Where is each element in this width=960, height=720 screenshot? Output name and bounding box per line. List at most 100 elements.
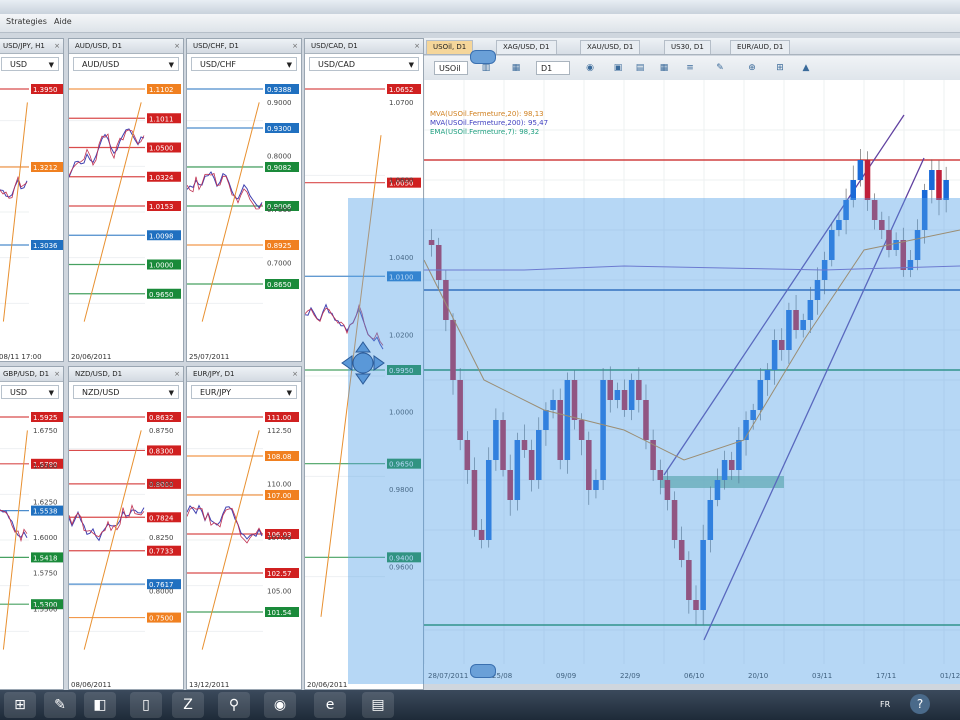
- candle: [428, 240, 435, 245]
- chart-panel-eurjpy[interactable]: EUR/JPY, D1 × EUR/JPY ▼ 111.00 108.08 107.00…: [186, 366, 302, 690]
- app-icon-notepad[interactable]: ▯: [130, 692, 162, 718]
- indicator-icon[interactable]: ≡: [684, 62, 696, 74]
- main-chart[interactable]: 28/07/2011 25/08 09/09 22/09 06/10 20/10 03/11…: [424, 80, 960, 684]
- chevron-down-icon: ▼: [48, 389, 54, 397]
- app-icon-z[interactable]: Z: [172, 692, 204, 718]
- timeframe-select[interactable]: D1: [536, 61, 570, 75]
- price-label: 101.54: [267, 609, 292, 617]
- candle: [893, 240, 899, 250]
- price-label: 0.8650: [267, 281, 292, 289]
- app-icon-chart[interactable]: ◧: [84, 692, 116, 718]
- panel-tab[interactable]: USD/JPY, H1 ×: [0, 39, 63, 54]
- chart-panel-gbpusd[interactable]: GBP/USD, D1 × USD ▼ 1.5925 1.5780 1.5538 1.54…: [0, 366, 64, 690]
- mini-chart[interactable]: 0.8632 0.8300 0.8000 0.7824 0.7733 0.7617 0.75…: [69, 403, 183, 677]
- symbol-select[interactable]: USD ▼: [1, 57, 59, 71]
- legend-mva200: MVA(USOil.Fermeture,200): 95,47: [430, 119, 549, 127]
- help-icon[interactable]: ?: [910, 694, 930, 714]
- pan-navigation-icon[interactable]: [340, 340, 386, 386]
- template-icon[interactable]: ⊞: [774, 62, 786, 74]
- main-chart-canvas[interactable]: 28/07/2011 25/08 09/09 22/09 06/10 20/10 03/11…: [424, 80, 960, 684]
- symbol-select[interactable]: NZD/USD ▼: [73, 385, 179, 399]
- chart-toolbar: USOil ▥ ▦ D1 ◉ ▣ ▤ ▦ ≡ ✎ ⊕ ⊞ ▲: [424, 56, 960, 81]
- mini-chart[interactable]: 1.5925 1.5780 1.5538 1.5418 1.5300 1.6750 1.65…: [0, 403, 63, 677]
- chart-panel-usdjpy[interactable]: USD/JPY, H1 × USD ▼ 1.3950 1.3212 1.3036 08/…: [0, 38, 64, 362]
- symbol-select[interactable]: USD/CAD ▼: [309, 57, 419, 71]
- symbol-select[interactable]: USD/CHF ▼: [191, 57, 297, 71]
- tab-euraud[interactable]: EUR/AUD, D1: [730, 40, 791, 54]
- symbol-select[interactable]: EUR/JPY ▼: [191, 385, 297, 399]
- symbol-select[interactable]: AUD/USD ▼: [73, 57, 179, 71]
- close-icon[interactable]: ×: [414, 39, 420, 53]
- tab-usoil[interactable]: USOil, D1: [426, 40, 474, 54]
- mini-chart[interactable]: 1.3950 1.3212 1.3036: [0, 75, 63, 349]
- arrow-up-icon[interactable]: ▲: [800, 62, 812, 74]
- candle: [700, 540, 706, 610]
- grid-icon[interactable]: ▦: [658, 62, 670, 74]
- price-label: 102.57: [267, 570, 292, 578]
- save-icon[interactable]: ▣: [612, 62, 624, 74]
- candle: [600, 380, 606, 480]
- panel-tab[interactable]: USD/CHF, D1 ×: [187, 39, 301, 54]
- menu-item-aide[interactable]: Aide: [54, 17, 72, 26]
- symbol-value: USD/CHF: [200, 60, 236, 69]
- axis-tick-label: 0.7000: [267, 260, 292, 268]
- panel-tab[interactable]: NZD/USD, D1 ×: [69, 367, 183, 382]
- panel-tab[interactable]: GBP/USD, D1 ×: [0, 367, 63, 382]
- candle: [543, 410, 549, 430]
- app-icon-trading[interactable]: ▤: [362, 692, 394, 718]
- price-label: 0.8632: [149, 414, 174, 422]
- internet-explorer-icon[interactable]: e: [314, 692, 346, 718]
- language-indicator[interactable]: FR: [880, 700, 890, 709]
- candle: [528, 450, 535, 480]
- symbol-select[interactable]: USD ▼: [1, 385, 59, 399]
- panel-tab[interactable]: EUR/JPY, D1 ×: [187, 367, 301, 382]
- app-icon-search[interactable]: ⚲: [218, 692, 250, 718]
- price-label: 1.3212: [33, 164, 58, 172]
- candle: [836, 220, 842, 230]
- close-icon[interactable]: ×: [174, 39, 180, 53]
- x-tick-label: 09/09: [556, 672, 576, 680]
- price-label: 0.7500: [149, 615, 174, 623]
- top-scroll-handle[interactable]: [470, 50, 496, 64]
- app-icon-tools[interactable]: ✎: [44, 692, 76, 718]
- globe-icon[interactable]: ◉: [584, 62, 596, 74]
- price-label: 1.0153: [149, 203, 174, 211]
- start-icon[interactable]: ⊞: [4, 692, 36, 718]
- tab-xagusd[interactable]: XAG/USD, D1: [496, 40, 557, 54]
- panel-tab[interactable]: AUD/USD, D1 ×: [69, 39, 183, 54]
- mini-chart[interactable]: 111.00 108.08 107.00 106.03 102.57 101.54 112.…: [187, 403, 301, 677]
- chevron-down-icon: ▼: [168, 61, 174, 69]
- panel-tab-label: USD/CAD, D1: [311, 42, 358, 50]
- chart-panel-nzdusd[interactable]: NZD/USD, D1 × NZD/USD ▼ 0.8632 0.8300 0.8000…: [68, 366, 184, 690]
- close-icon[interactable]: ×: [174, 367, 180, 381]
- image-icon[interactable]: ▤: [634, 62, 646, 74]
- symbol-select[interactable]: USOil: [434, 61, 468, 75]
- close-icon[interactable]: ×: [292, 39, 298, 53]
- candle: [829, 230, 835, 260]
- close-icon[interactable]: ×: [54, 367, 60, 381]
- candle: [786, 310, 792, 350]
- symbol-value: USD: [10, 388, 28, 397]
- panel-tab[interactable]: USD/CAD, D1 ×: [305, 39, 423, 54]
- candle: [778, 340, 785, 350]
- price-label: 0.9650: [389, 461, 414, 469]
- bottom-scroll-handle[interactable]: [470, 664, 496, 678]
- chart-panel-usdchf[interactable]: USD/CHF, D1 × USD/CHF ▼ 0.9388 0.9300 0.9082…: [186, 38, 302, 362]
- chart-panel-audusd[interactable]: AUD/USD, D1 × AUD/USD ▼ 1.1102 1.1011 1.0500…: [68, 38, 184, 362]
- price-series: [0, 178, 28, 198]
- tab-us30[interactable]: US30, D1: [664, 40, 711, 54]
- close-icon[interactable]: ×: [54, 39, 60, 53]
- axis-tick-label: 0.8250: [149, 534, 174, 542]
- close-icon[interactable]: ×: [292, 367, 298, 381]
- app-icon-media[interactable]: ◉: [264, 692, 296, 718]
- axis-tick-label: 0.8000: [267, 153, 292, 161]
- mini-chart[interactable]: 0.9388 0.9300 0.9082 0.9006 0.8925 0.8650 0.90…: [187, 75, 301, 349]
- pencil-icon[interactable]: ✎: [714, 62, 726, 74]
- mini-chart[interactable]: 1.1102 1.1011 1.0500 1.0324 1.0153 1.0098 1.00…: [69, 75, 183, 349]
- system-tray: FR ?: [870, 690, 960, 720]
- chart-style-icon[interactable]: ▦: [510, 62, 522, 74]
- menu-item-strategies[interactable]: Strategies: [6, 17, 47, 26]
- tab-xauusd[interactable]: XAU/USD, D1: [580, 40, 641, 54]
- axis-tick-label: 1.5500: [33, 605, 58, 613]
- zoom-icon[interactable]: ⊕: [746, 62, 758, 74]
